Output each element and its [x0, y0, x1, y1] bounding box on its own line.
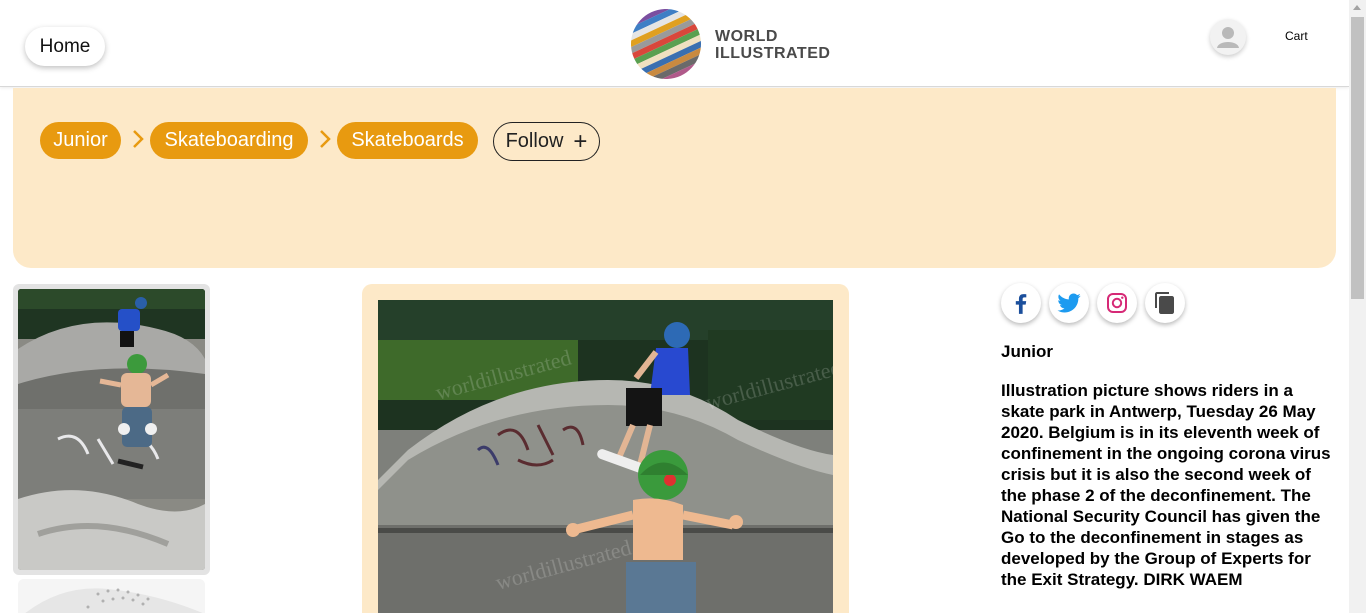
instagram-share-icon[interactable] [1097, 283, 1137, 323]
top-header: Home WORLD ILLUSTRATED Cart [0, 0, 1349, 87]
thumbnail-photo-2 [18, 579, 205, 613]
breadcrumb-skateboarding[interactable]: Skateboarding [150, 122, 308, 159]
main-photo[interactable]: worldillustrated worldillustrated worldi… [378, 300, 833, 613]
user-avatar-icon[interactable] [1210, 19, 1246, 55]
twitter-icon [1057, 293, 1081, 313]
home-button[interactable]: Home [25, 27, 105, 66]
follow-label: Follow [505, 130, 564, 152]
cart-link[interactable]: Cart [1285, 29, 1308, 43]
instagram-icon [1107, 293, 1127, 313]
category-banner [13, 88, 1336, 268]
photo-category: Junior [1001, 342, 1053, 361]
thumbnail-2[interactable] [18, 579, 205, 613]
page: Home WORLD ILLUSTRATED Cart Junior Skate… [0, 0, 1366, 613]
chevron-right-icon [133, 130, 144, 148]
chevron-right-icon [320, 130, 331, 148]
follow-button[interactable]: Follow + [493, 122, 600, 161]
logo-line-2: ILLUSTRATED [715, 45, 831, 62]
copy-icon [1155, 292, 1174, 314]
thumbnail-selected[interactable] [13, 284, 210, 575]
breadcrumb-junior[interactable]: Junior [40, 122, 121, 159]
page-scrollbar[interactable] [1349, 0, 1366, 613]
facebook-icon [1015, 294, 1027, 314]
logo-text: WORLD ILLUSTRATED [715, 28, 830, 62]
logo-line-1: WORLD [715, 28, 778, 45]
photo-caption: Illustration picture shows riders in a s… [1001, 381, 1331, 589]
copy-link-icon[interactable] [1145, 283, 1185, 323]
breadcrumb-skateboards[interactable]: Skateboards [337, 122, 478, 159]
globe-logo-icon [630, 8, 702, 80]
main-photo-image: worldillustrated worldillustrated worldi… [378, 300, 833, 613]
twitter-share-icon[interactable] [1049, 283, 1089, 323]
facebook-share-icon[interactable] [1001, 283, 1041, 323]
thumbnail-photo [18, 289, 205, 570]
site-logo[interactable]: WORLD ILLUSTRATED [630, 8, 830, 80]
scroll-thumb[interactable] [1351, 17, 1364, 299]
scroll-up-arrow-icon[interactable] [1353, 5, 1361, 10]
plus-icon: + [573, 127, 588, 155]
